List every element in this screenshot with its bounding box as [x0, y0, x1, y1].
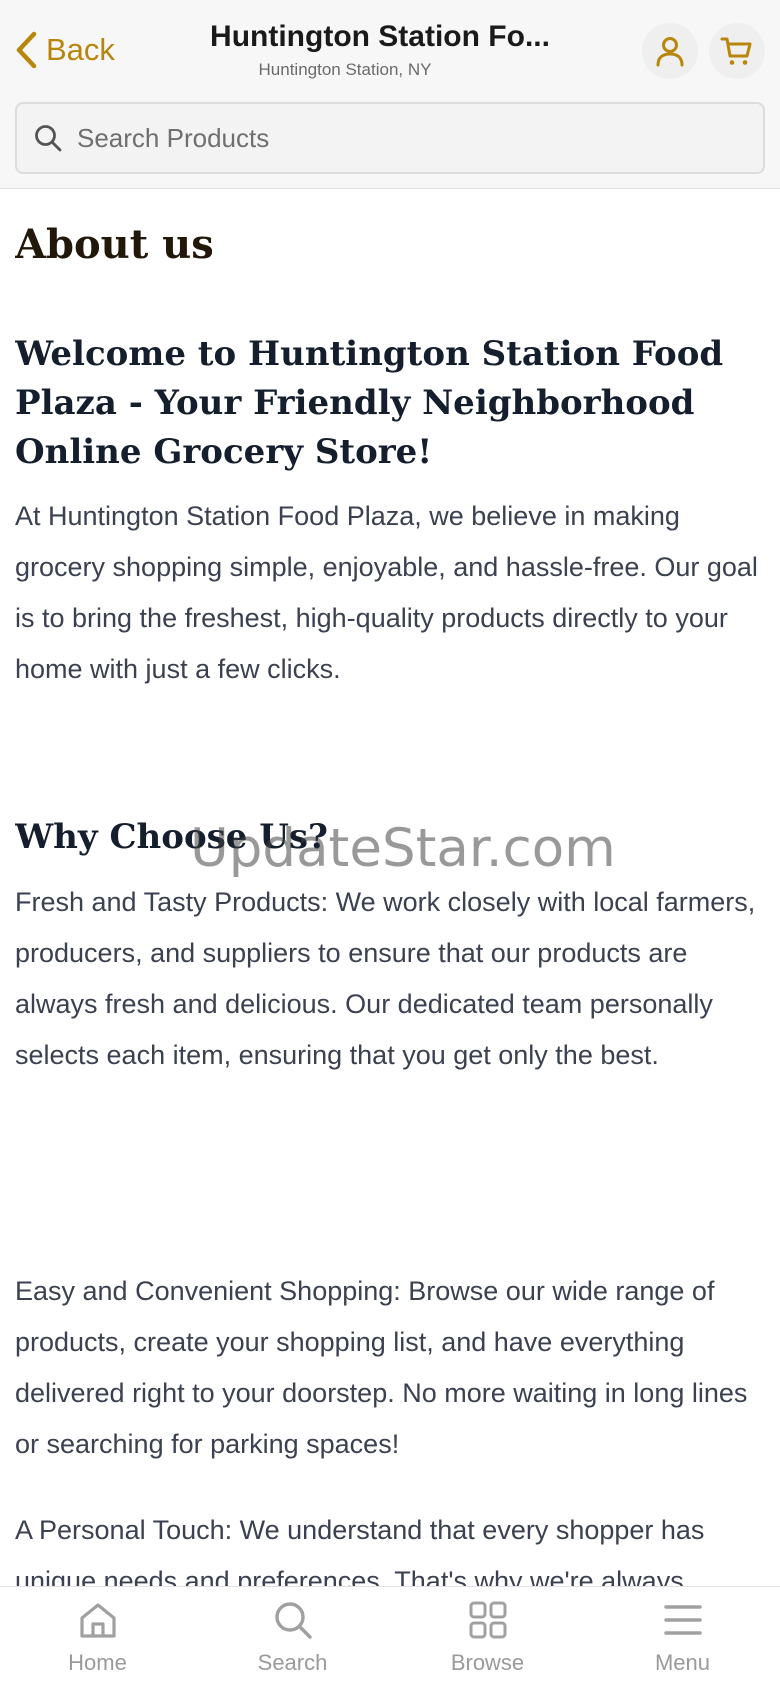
nav-menu-label: Menu [654, 1650, 711, 1675]
nav-search-label: Search [257, 1650, 328, 1675]
search-input[interactable] [77, 122, 717, 154]
nav-browse[interactable]: Browse [390, 1587, 585, 1691]
intro-paragraph: At Huntington Station Food Plaza, we bel… [15, 501, 758, 684]
search-icon [35, 125, 62, 152]
user-icon [656, 37, 684, 67]
nav-home[interactable]: Home [0, 1587, 195, 1691]
search-icon [274, 1602, 312, 1639]
page-title: About us [15, 221, 214, 268]
fresh-products-paragraph: Fresh and Tasty Products: We work closel… [15, 887, 756, 1070]
chevron-left-icon [16, 31, 37, 69]
app-header: Back Huntington Station Fo... Huntington… [0, 0, 780, 189]
nav-browse-label: Browse [450, 1650, 525, 1675]
nav-menu[interactable]: Menu [585, 1587, 780, 1691]
about-content: About us Welcome to Huntington Station F… [15, 189, 765, 1586]
menu-icon [663, 1605, 702, 1635]
welcome-heading: Welcome to Huntington Station Food Plaza… [15, 334, 724, 472]
why-choose-heading: Why Choose Us? [15, 817, 328, 857]
grid-icon [469, 1601, 506, 1639]
account-button[interactable] [642, 23, 698, 79]
personal-touch-paragraph: A Personal Touch: We understand that eve… [15, 1515, 705, 1586]
cart-icon [720, 37, 752, 65]
easy-shopping-paragraph: Easy and Convenient Shopping: Browse our… [15, 1276, 748, 1459]
nav-search[interactable]: Search [195, 1587, 390, 1691]
cart-button[interactable] [709, 23, 765, 79]
bottom-nav: Home Search Browse Menu [0, 1586, 780, 1691]
back-button[interactable]: Back [14, 28, 115, 72]
store-name: Huntington Station Fo... [210, 20, 550, 53]
store-location: Huntington Station, NY [258, 60, 432, 79]
search-bar[interactable] [15, 102, 765, 174]
back-label: Back [46, 32, 115, 67]
home-icon [79, 1603, 116, 1638]
nav-home-label: Home [68, 1650, 127, 1675]
